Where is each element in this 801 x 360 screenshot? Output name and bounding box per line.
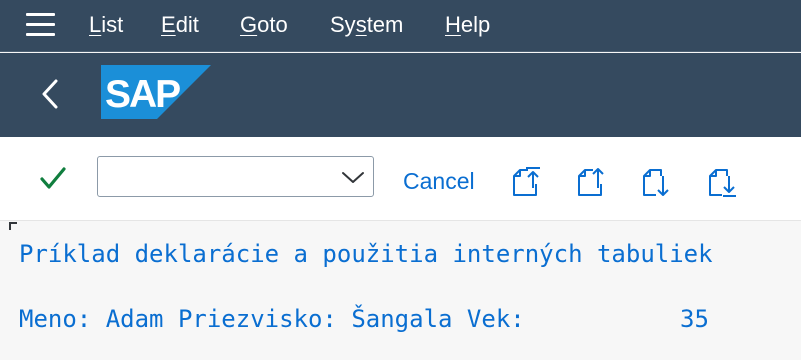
next-page-icon[interactable] [639, 164, 675, 200]
menu-system[interactable]: System [330, 12, 403, 38]
menu-bar: List Edit Goto System Help [0, 0, 801, 52]
report-title: Príklad deklarácie a použitia interných … [19, 240, 713, 268]
previous-page-icon[interactable] [574, 164, 610, 200]
back-arrow-icon[interactable] [38, 77, 66, 111]
last-page-icon[interactable] [705, 164, 741, 200]
svg-text:SAP: SAP [105, 73, 180, 116]
report-record-label: Meno: Adam Priezvisko: Šangala Vek: [19, 305, 525, 333]
command-field[interactable] [97, 156, 374, 197]
cursor-marker [9, 222, 17, 230]
application-toolbar: Cancel [0, 137, 801, 221]
cancel-button[interactable]: Cancel [403, 167, 475, 195]
shell-header: SAP [0, 53, 801, 137]
sap-logo: SAP [101, 65, 211, 119]
menu-list[interactable]: List [89, 12, 123, 38]
first-page-icon[interactable] [509, 164, 545, 200]
menu-help[interactable]: Help [445, 12, 490, 38]
menu-edit[interactable]: Edit [161, 12, 199, 38]
list-output-area: Príklad deklarácie a použitia interných … [0, 222, 801, 360]
hamburger-menu-icon[interactable] [26, 13, 56, 37]
command-input[interactable] [106, 163, 326, 190]
chevron-down-icon[interactable] [341, 168, 365, 186]
age-value: 35 [680, 305, 709, 333]
checkmark-icon[interactable] [39, 165, 67, 193]
menu-goto[interactable]: Goto [240, 12, 288, 38]
